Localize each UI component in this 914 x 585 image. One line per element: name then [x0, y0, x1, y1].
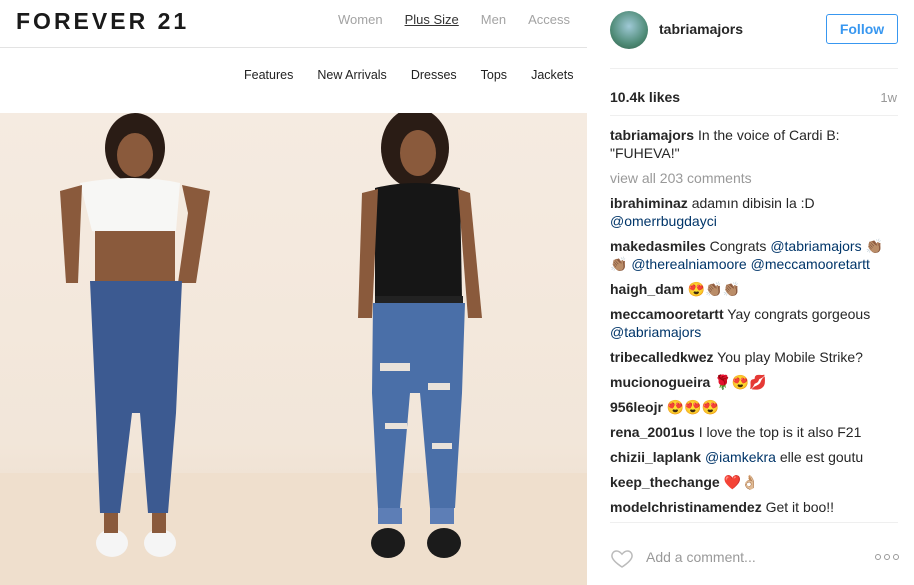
comment-username[interactable]: keep_thechange	[610, 474, 720, 490]
comment-mention[interactable]: @tabriamajors	[770, 238, 861, 254]
store-nav-men: Men	[480, 12, 507, 27]
list-item: makedasmiles Congrats @tabriamajors 👏🏽👏🏽…	[610, 237, 900, 273]
comment-mention[interactable]: @iamkekra	[705, 449, 776, 465]
store-nav-women: Women	[338, 12, 383, 27]
store-nav-plus-size: Plus Size	[404, 12, 459, 27]
comment-text: You play Mobile Strike?	[717, 349, 863, 365]
list-item: modelchristinamendez Get it boo!!	[610, 498, 900, 516]
model-photo-illustration	[0, 113, 587, 585]
store-subnav-features: Features	[244, 68, 294, 82]
model-photo	[0, 113, 587, 585]
store-subnav-new-arrivals: New Arrivals	[317, 68, 387, 82]
comment-username[interactable]: ibrahiminaz	[610, 195, 688, 211]
comment-mention[interactable]: @therealniamoore	[631, 256, 746, 272]
store-subnav-jackets: Jackets	[531, 68, 574, 82]
store-subnav-tops: Tops	[480, 68, 508, 82]
list-item: chizii_laplank @iamkekra elle est goutu	[610, 448, 900, 466]
comments-list: tabriamajors In the voice of Cardi B: "F…	[610, 126, 900, 523]
comment-username[interactable]: rena_2001us	[610, 424, 695, 440]
store-main-nav: Women Plus Size Men Access	[338, 12, 587, 27]
heart-icon[interactable]	[610, 546, 634, 570]
likes-count[interactable]: 10.4k likes	[610, 89, 680, 105]
comment-username[interactable]: modelchristinamendez	[610, 499, 762, 515]
list-item: tribecalledkwez You play Mobile Strike?	[610, 348, 900, 366]
comment-text: 😍😍😍	[666, 399, 720, 415]
list-item: keep_thechange ❤️👌🏼	[610, 473, 900, 491]
avatar[interactable]	[610, 11, 648, 49]
likes-divider	[610, 115, 898, 116]
comment-username[interactable]: 956leojr	[610, 399, 663, 415]
comment-text: 🌹😍💋	[714, 374, 767, 390]
more-options-icon[interactable]	[875, 554, 899, 560]
list-item: ibrahiminaz adamın dibisin la :D @omerrb…	[610, 194, 900, 230]
view-all-comments-link[interactable]: view all 203 comments	[610, 169, 900, 187]
header-divider	[610, 68, 898, 69]
list-item: haigh_dam 😍👏🏽👏🏽	[610, 280, 900, 298]
caption: tabriamajors In the voice of Cardi B: "F…	[610, 126, 900, 162]
post-time[interactable]: 1w	[880, 90, 897, 105]
comment-username[interactable]: tribecalledkwez	[610, 349, 714, 365]
comment-text: adamın dibisin la :D	[691, 195, 815, 211]
store-nav-access: Access	[528, 12, 570, 27]
comment-username[interactable]: meccamooretartt	[610, 306, 724, 322]
comment-username[interactable]: makedasmiles	[610, 238, 706, 254]
add-comment-input[interactable]: Add a comment...	[646, 549, 756, 565]
comment-text: Yay congrats gorgeous	[727, 306, 871, 322]
store-subnav-dresses: Dresses	[410, 68, 457, 82]
post-image: FOREVER 21 Women Plus Size Men Access Fe…	[0, 0, 587, 585]
post-header: tabriamajors Follow	[587, 0, 914, 68]
store-sub-nav: Features New Arrivals Dresses Tops Jacke…	[0, 49, 587, 113]
store-topbar: FOREVER 21 Women Plus Size Men Access	[0, 0, 587, 48]
post-side-panel: tabriamajors Follow 10.4k likes 1w tabri…	[587, 0, 914, 585]
list-item: rena_2001us I love the top is it also F2…	[610, 423, 900, 441]
comment-text: ❤️👌🏼	[723, 474, 759, 490]
footer-divider	[610, 522, 898, 523]
author-username[interactable]: tabriamajors	[659, 21, 743, 37]
comment-mention[interactable]: @tabriamajors	[610, 324, 701, 340]
comment-username[interactable]: haigh_dam	[610, 281, 684, 297]
list-item: meccamooretartt Yay congrats gorgeous @t…	[610, 305, 900, 341]
store-logo: FOREVER 21	[16, 8, 190, 34]
comment-username[interactable]: chizii_laplank	[610, 449, 701, 465]
comment-text: I love the top is it also F21	[698, 424, 862, 440]
comment-text: elle est goutu	[779, 449, 864, 465]
comment-username[interactable]: tabriamajors	[610, 127, 694, 143]
list-item: mucionogueira 🌹😍💋	[610, 373, 900, 391]
follow-button[interactable]: Follow	[826, 14, 898, 44]
list-item: 956leojr 😍😍😍	[610, 398, 900, 416]
comment-text: 😍👏🏽👏🏽	[687, 281, 741, 297]
comment-text: Get it boo!!	[765, 499, 835, 515]
comment-text: Congrats	[709, 238, 767, 254]
comment-mention[interactable]: @omerrbugdayci	[610, 213, 717, 229]
comment-username[interactable]: mucionogueira	[610, 374, 710, 390]
comment-footer: Add a comment...	[587, 540, 914, 580]
comment-mention[interactable]: @meccamooretartt	[751, 256, 870, 272]
